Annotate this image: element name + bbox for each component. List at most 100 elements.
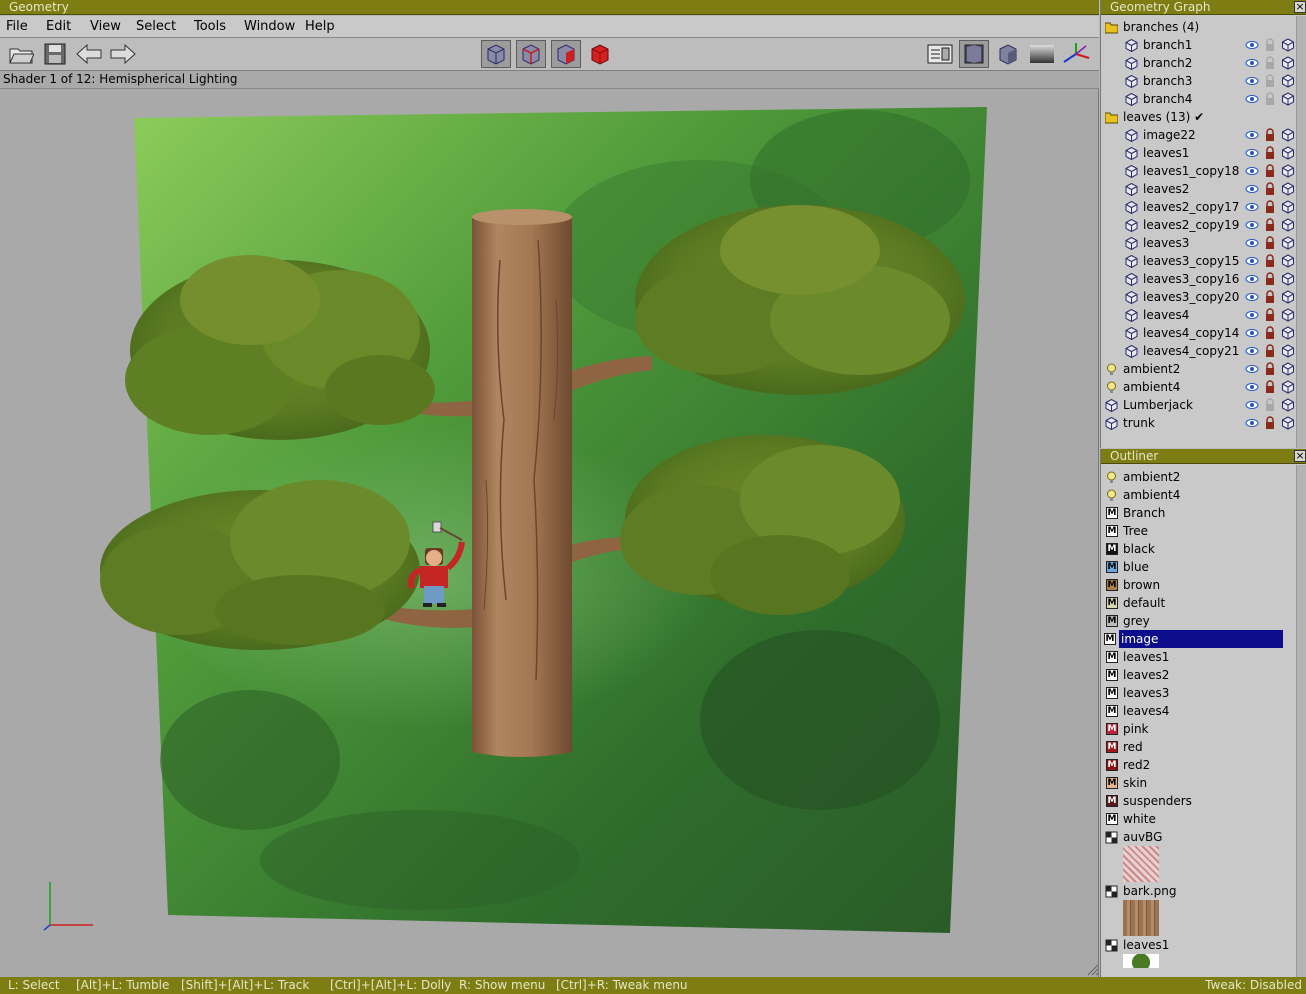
eye-icon[interactable] — [1245, 254, 1259, 268]
render-cube-icon[interactable] — [1281, 200, 1295, 214]
eye-icon[interactable] — [1245, 308, 1259, 322]
eye-icon[interactable] — [1245, 416, 1259, 430]
close-icon[interactable]: × — [1294, 1, 1306, 13]
outliner-row[interactable]: ambient2 — [1103, 468, 1293, 486]
render-cube-icon[interactable] — [1281, 38, 1295, 52]
outliner-row[interactable]: Mskin — [1103, 774, 1293, 792]
outliner-scrollbar[interactable] — [1296, 465, 1306, 977]
render-cube-icon[interactable] — [1281, 218, 1295, 232]
eye-icon[interactable] — [1245, 272, 1259, 286]
lock-icon[interactable] — [1263, 92, 1277, 106]
texture-thumbnail[interactable] — [1123, 900, 1159, 936]
render-cube-icon[interactable] — [1281, 308, 1295, 322]
texture-thumbnail[interactable] — [1123, 954, 1159, 968]
outliner-row[interactable]: Mleaves3 — [1103, 684, 1293, 702]
menu-edit[interactable]: Edit — [46, 19, 71, 34]
outliner-row[interactable]: Mred — [1103, 738, 1293, 756]
open-folder-icon[interactable] — [6, 40, 36, 68]
outliner-row[interactable]: Mgrey — [1103, 612, 1293, 630]
eye-icon[interactable] — [1245, 146, 1259, 160]
render-cube-icon[interactable] — [1281, 344, 1295, 358]
eye-icon[interactable] — [1245, 164, 1259, 178]
lock-icon[interactable] — [1263, 362, 1277, 376]
outliner-row[interactable]: M Tree — [1103, 522, 1293, 540]
outliner-row[interactable]: Mblack — [1103, 540, 1293, 558]
eye-icon[interactable] — [1245, 74, 1259, 88]
eye-icon[interactable] — [1245, 38, 1259, 52]
eye-icon[interactable] — [1245, 380, 1259, 394]
outliner-row[interactable]: Mblue — [1103, 558, 1293, 576]
outliner-row[interactable]: M Branch — [1103, 504, 1293, 522]
menu-view[interactable]: View — [90, 19, 121, 34]
lock-icon[interactable] — [1263, 290, 1277, 304]
eye-icon[interactable] — [1245, 218, 1259, 232]
texture-thumbnail[interactable] — [1123, 846, 1159, 882]
graph-row[interactable]: leaves (13) ✔ — [1103, 108, 1283, 126]
render-cube-icon[interactable] — [1281, 56, 1295, 70]
lock-icon[interactable] — [1263, 326, 1277, 340]
render-cube-icon[interactable] — [1281, 128, 1295, 142]
eye-icon[interactable] — [1245, 362, 1259, 376]
lock-icon[interactable] — [1263, 344, 1277, 358]
graph-scrollbar[interactable] — [1296, 16, 1306, 448]
menu-window[interactable]: Window — [244, 19, 295, 34]
lock-icon[interactable] — [1263, 182, 1277, 196]
axes-icon[interactable] — [1061, 40, 1091, 68]
lock-icon[interactable] — [1263, 236, 1277, 250]
solid-red-cube-icon[interactable] — [585, 40, 615, 68]
save-icon[interactable] — [40, 40, 70, 68]
outliner-row[interactable]: Mwhite — [1103, 810, 1293, 828]
render-cube-icon[interactable] — [1281, 272, 1295, 286]
render-cube-icon[interactable] — [1281, 398, 1295, 412]
outliner-texture-row[interactable]: leaves1 — [1103, 936, 1293, 954]
close-icon[interactable]: × — [1294, 450, 1306, 462]
lock-icon[interactable] — [1263, 254, 1277, 268]
outliner-row[interactable]: Mpink — [1103, 720, 1293, 738]
render-cube-icon[interactable] — [1281, 92, 1295, 106]
lock-icon[interactable] — [1263, 56, 1277, 70]
render-cube-icon[interactable] — [1281, 380, 1295, 394]
eye-icon[interactable] — [1245, 398, 1259, 412]
undo-arrow-icon[interactable] — [74, 40, 104, 68]
outliner-row[interactable]: Mdefault — [1103, 594, 1293, 612]
outliner-row[interactable]: Mred2 — [1103, 756, 1293, 774]
render-cube-icon[interactable] — [1281, 362, 1295, 376]
redo-arrow-icon[interactable] — [108, 40, 138, 68]
outliner-row[interactable]: Msuspenders — [1103, 792, 1293, 810]
lock-icon[interactable] — [1263, 218, 1277, 232]
lock-icon[interactable] — [1263, 308, 1277, 322]
wireframe-red-face-cube-icon[interactable] — [551, 40, 581, 68]
render-cube-icon[interactable] — [1281, 146, 1295, 160]
eye-icon[interactable] — [1245, 200, 1259, 214]
outliner-row[interactable]: ambient4 — [1103, 486, 1293, 504]
solid-cube-icon[interactable] — [993, 40, 1023, 68]
eye-icon[interactable] — [1245, 326, 1259, 340]
lock-icon[interactable] — [1263, 164, 1277, 178]
render-cube-icon[interactable] — [1281, 290, 1295, 304]
render-cube-icon[interactable] — [1281, 326, 1295, 340]
outliner-texture-row[interactable]: auvBG — [1103, 828, 1293, 846]
render-cube-icon[interactable] — [1281, 254, 1295, 268]
lock-icon[interactable] — [1263, 398, 1277, 412]
sphere-shading-icon[interactable] — [959, 40, 989, 68]
wireframe-red-edge-cube-icon[interactable] — [516, 40, 546, 68]
eye-icon[interactable] — [1245, 290, 1259, 304]
lock-icon[interactable] — [1263, 416, 1277, 430]
menu-select[interactable]: Select — [136, 19, 176, 34]
outliner-row[interactable]: Mbrown — [1103, 576, 1293, 594]
menu-tools[interactable]: Tools — [194, 19, 226, 34]
menu-file[interactable]: File — [6, 19, 28, 34]
lock-icon[interactable] — [1263, 38, 1277, 52]
eye-icon[interactable] — [1245, 56, 1259, 70]
render-cube-icon[interactable] — [1281, 236, 1295, 250]
render-cube-icon[interactable] — [1281, 416, 1295, 430]
outliner-row[interactable]: Mleaves1 — [1103, 648, 1293, 666]
graph-row[interactable]: branches (4) — [1103, 18, 1283, 36]
eye-icon[interactable] — [1245, 236, 1259, 250]
outliner-row[interactable]: Mimage — [1104, 630, 1283, 648]
render-cube-icon[interactable] — [1281, 164, 1295, 178]
wireframe-cube-icon[interactable] — [481, 40, 511, 68]
lock-icon[interactable] — [1263, 380, 1277, 394]
eye-icon[interactable] — [1245, 92, 1259, 106]
outliner-row[interactable]: Mleaves4 — [1103, 702, 1293, 720]
